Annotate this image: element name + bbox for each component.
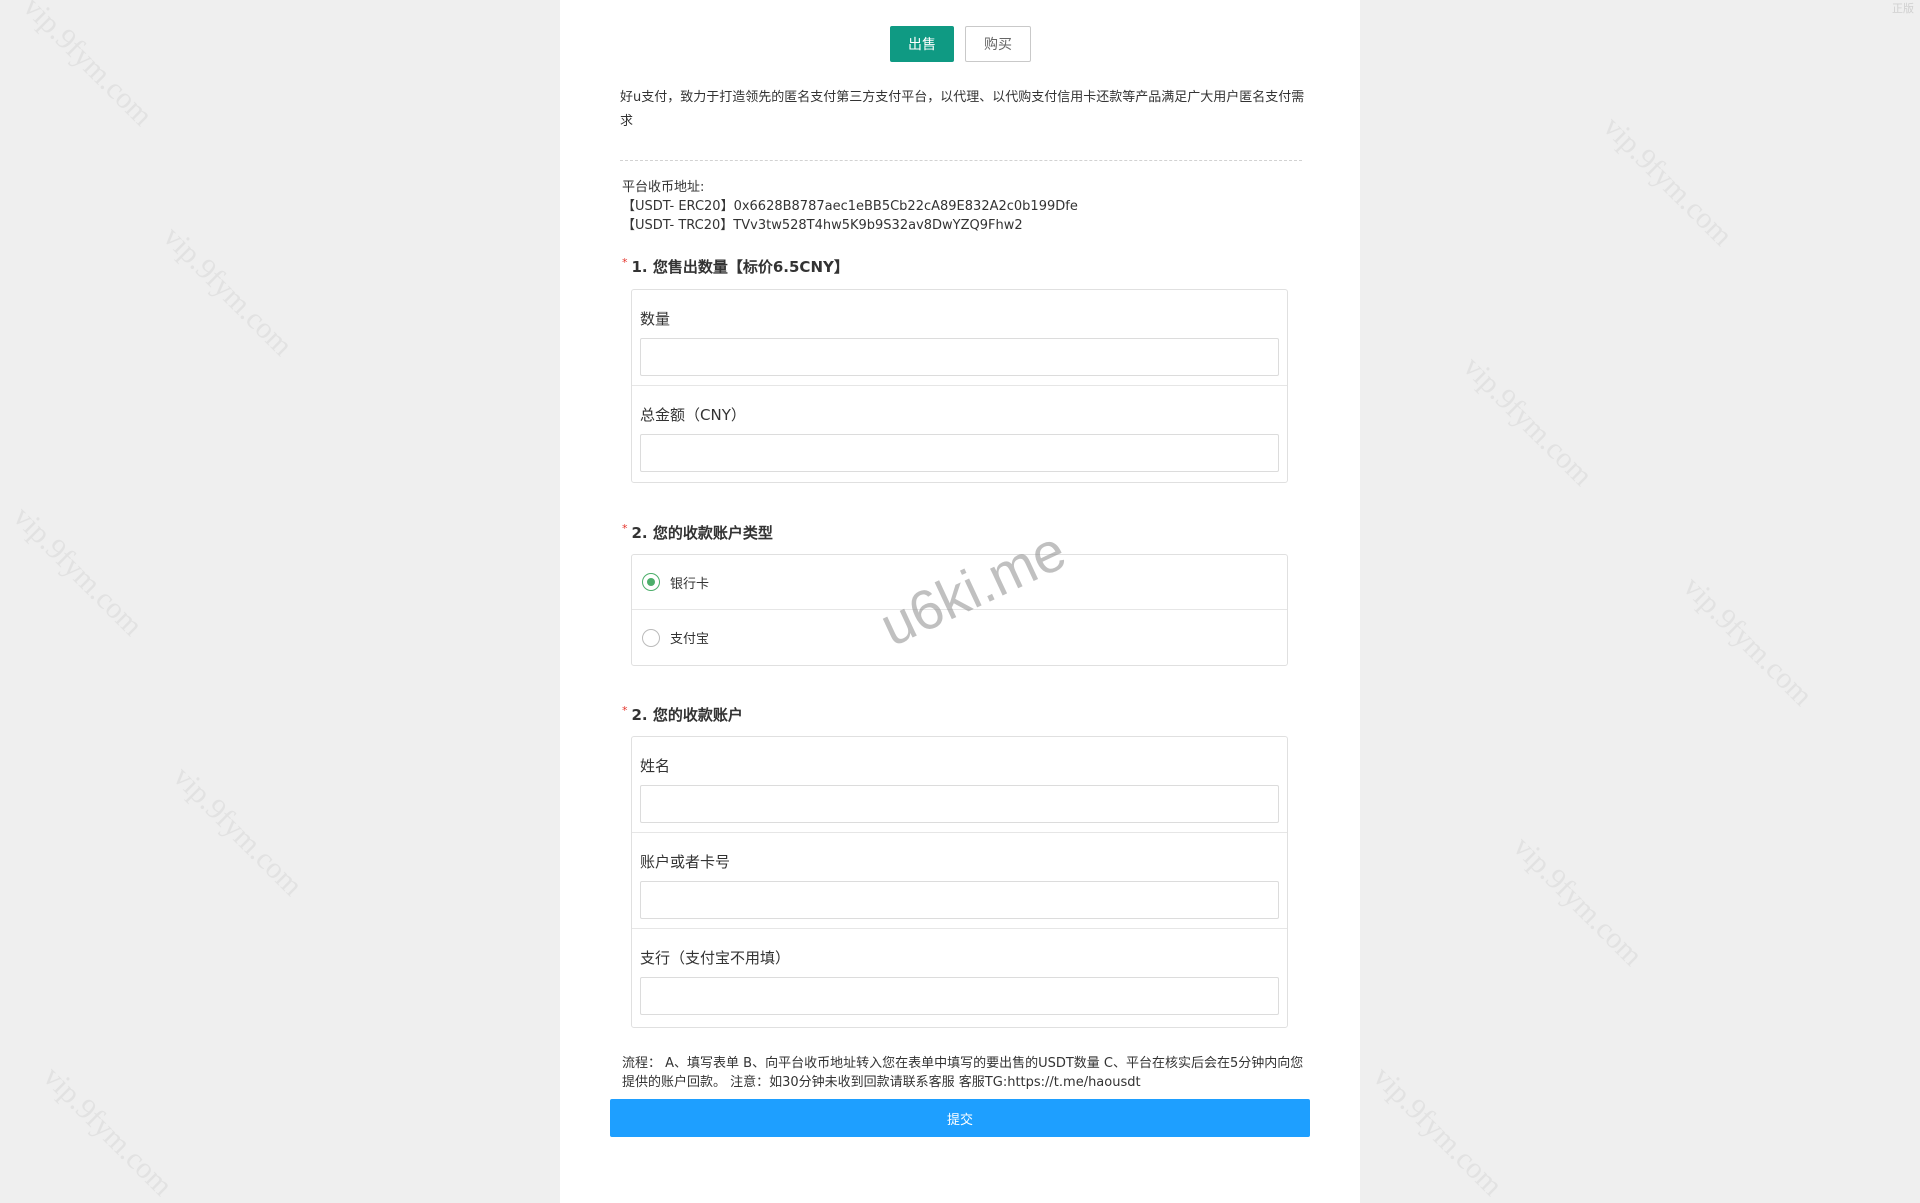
- total-amount-input[interactable]: [640, 434, 1279, 472]
- required-mark: *: [622, 704, 628, 717]
- account-number-input[interactable]: [640, 881, 1279, 919]
- submit-button[interactable]: 提交: [610, 1099, 1310, 1137]
- tile-watermark: vip.9fym.com: [1596, 110, 1740, 253]
- intro-text: 好u支付，致力于打造领先的匿名支付第三方支付平台，以代理、以代购支付信用卡还款等…: [620, 90, 1305, 129]
- name-input[interactable]: [640, 785, 1279, 823]
- corner-watermark: 正版: [1892, 2, 1914, 15]
- address-erc20: 【USDT- ERC20】0x6628B8787aec1eBB5Cb22cA89…: [622, 199, 1078, 214]
- quantity-box: 数量 总金额（CNY）: [631, 289, 1288, 483]
- section-account-type-title: * 2. 您的收款账户类型: [622, 522, 773, 543]
- dashed-divider: [620, 160, 1302, 161]
- address-title: 平台收币地址:: [622, 180, 705, 195]
- required-mark: *: [622, 256, 628, 269]
- radio-label: 支付宝: [670, 632, 710, 647]
- tile-watermark: vip.9fym.com: [1676, 570, 1820, 713]
- required-mark: *: [622, 522, 628, 535]
- platform-address-block: 平台收币地址: 【USDT- ERC20】0x6628B8787aec1eBB5…: [622, 178, 1078, 235]
- name-label: 姓名: [640, 757, 671, 775]
- account-number-field: 账户或者卡号: [632, 833, 1287, 929]
- branch-input[interactable]: [640, 977, 1279, 1015]
- branch-field: 支行（支付宝不用填）: [632, 929, 1287, 1025]
- radio-checked-icon[interactable]: [642, 573, 660, 591]
- section-account-title: * 2. 您的收款账户: [622, 704, 743, 725]
- total-amount-label: 总金额（CNY）: [640, 406, 746, 424]
- total-amount-field: 总金额（CNY）: [632, 386, 1287, 482]
- form-page: 出售 购买 好u支付，致力于打造领先的匿名支付第三方支付平台，以代理、以代购支付…: [560, 0, 1360, 1203]
- tile-watermark: vip.9fym.com: [156, 220, 300, 363]
- tab-sell[interactable]: 出售: [890, 26, 954, 62]
- trade-tabs: 出售 购买: [890, 26, 1031, 62]
- section-sell-quantity-title: * 1. 您售出数量【标价6.5CNY】: [622, 256, 849, 277]
- name-field: 姓名: [632, 737, 1287, 833]
- section-title-text: 2. 您的收款账户类型: [631, 524, 773, 542]
- tab-buy[interactable]: 购买: [965, 26, 1031, 62]
- radio-option-bank-card[interactable]: 银行卡: [632, 555, 1287, 610]
- tile-watermark: vip.9fym.com: [1456, 350, 1600, 493]
- account-number-label: 账户或者卡号: [640, 853, 731, 871]
- tile-watermark: vip.9fym.com: [166, 760, 310, 903]
- section-title-text: 1. 您售出数量【标价6.5CNY】: [631, 258, 849, 276]
- account-box: 姓名 账户或者卡号 支行（支付宝不用填）: [631, 736, 1288, 1028]
- tile-watermark: vip.9fym.com: [16, 0, 160, 133]
- tile-watermark: vip.9fym.com: [1506, 830, 1650, 973]
- quantity-label: 数量: [640, 310, 671, 328]
- quantity-input[interactable]: [640, 338, 1279, 376]
- tile-watermark: vip.9fym.com: [6, 500, 150, 643]
- quantity-field: 数量: [632, 290, 1287, 386]
- section-title-text: 2. 您的收款账户: [631, 706, 743, 724]
- branch-label: 支行（支付宝不用填）: [640, 949, 791, 967]
- radio-option-alipay[interactable]: 支付宝: [632, 610, 1287, 665]
- address-trc20: 【USDT- TRC20】TVv3tw528T4hw5K9b9S32av8DwY…: [622, 218, 1023, 233]
- account-type-box: 银行卡 支付宝: [631, 554, 1288, 666]
- radio-unchecked-icon[interactable]: [642, 628, 660, 647]
- process-note: 流程： A、填写表单 B、向平台收币地址转入您在表单中填写的要出售的USDT数量…: [622, 1056, 1304, 1090]
- tile-watermark: vip.9fym.com: [1366, 1060, 1510, 1203]
- tile-watermark: vip.9fym.com: [36, 1060, 180, 1203]
- radio-label: 银行卡: [670, 576, 710, 592]
